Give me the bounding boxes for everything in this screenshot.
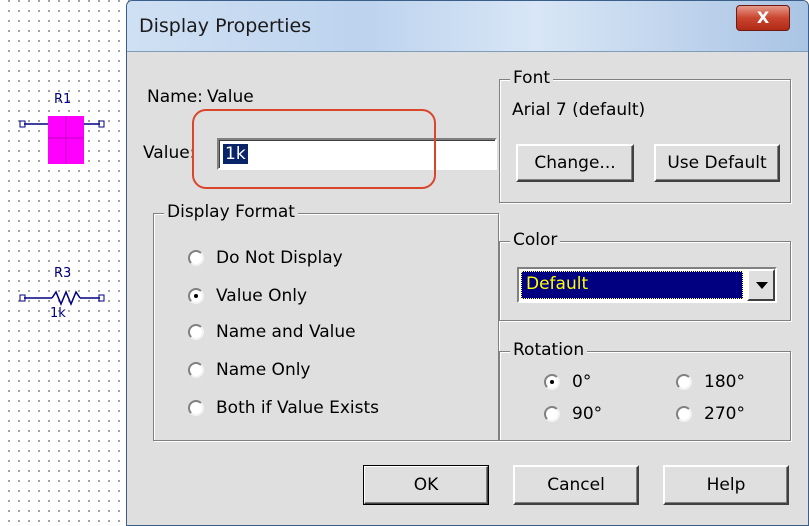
ok-button[interactable]: OK — [363, 465, 489, 505]
radio-button-icon[interactable] — [188, 250, 204, 266]
radio-button-icon[interactable] — [188, 400, 204, 416]
radio-label: 90° — [572, 404, 603, 424]
rotation-title: Rotation — [510, 340, 588, 360]
resistor-r1-symbol[interactable] — [18, 108, 112, 168]
radio-button-icon[interactable] — [188, 288, 204, 304]
use-default-label: Use Default — [667, 153, 767, 173]
use-default-font-button[interactable]: Use Default — [654, 144, 780, 182]
highlight-annotation — [192, 109, 436, 189]
font-group: Font Arial 7 (default) Change... Use Def… — [499, 68, 791, 203]
name-label: Name: — [147, 87, 203, 107]
radio-label: Name Only — [216, 360, 311, 380]
radio-button-icon[interactable] — [544, 374, 560, 390]
change-font-button[interactable]: Change... — [516, 144, 634, 182]
cancel-button[interactable]: Cancel — [513, 465, 639, 505]
radio-label: Do Not Display — [216, 248, 343, 268]
radio-label: Both if Value Exists — [216, 398, 380, 418]
component-r3-value: 1k — [50, 306, 66, 321]
radio-button-icon[interactable] — [676, 406, 692, 422]
schematic-canvas[interactable]: R1 R3 1k — [0, 0, 130, 526]
font-current: Arial 7 (default) — [512, 100, 646, 120]
radio-button-icon[interactable] — [188, 324, 204, 340]
radio-button-icon[interactable] — [544, 406, 560, 422]
color-selected-value: Default — [521, 271, 743, 299]
ok-label: OK — [413, 475, 439, 495]
cancel-label: Cancel — [547, 475, 605, 495]
display-properties-dialog: Display Properties X Name: Value Value: … — [126, 0, 809, 526]
value-label: Value: — [143, 143, 196, 163]
radio-button-icon[interactable] — [188, 362, 204, 378]
component-r1-ref: R1 — [54, 92, 72, 107]
help-label: Help — [706, 475, 746, 495]
radio-label: Name and Value — [216, 322, 356, 342]
radio-label: Value Only — [216, 286, 308, 306]
component-r3-ref: R3 — [54, 266, 72, 281]
rotation-group: Rotation 0° 180° 90° 270° — [499, 340, 791, 441]
help-button[interactable]: Help — [663, 465, 789, 505]
chevron-down-icon[interactable] — [747, 269, 775, 301]
color-title: Color — [510, 230, 561, 250]
font-title: Font — [510, 68, 554, 88]
display-format-title: Display Format — [164, 202, 298, 222]
close-button[interactable]: X — [736, 5, 790, 31]
change-font-label: Change... — [534, 153, 616, 173]
radio-button-icon[interactable] — [676, 374, 692, 390]
radio-label: 180° — [704, 372, 745, 392]
color-select[interactable]: Default — [517, 267, 777, 303]
radio-label: 0° — [572, 372, 592, 392]
close-icon: X — [756, 8, 770, 27]
radio-label: 270° — [704, 404, 745, 424]
dialog-title: Display Properties — [139, 15, 312, 37]
display-format-group: Display Format Do Not Display Value Only… — [153, 202, 499, 441]
name-value: Value — [207, 87, 254, 107]
dialog-titlebar[interactable]: Display Properties X — [127, 1, 808, 52]
